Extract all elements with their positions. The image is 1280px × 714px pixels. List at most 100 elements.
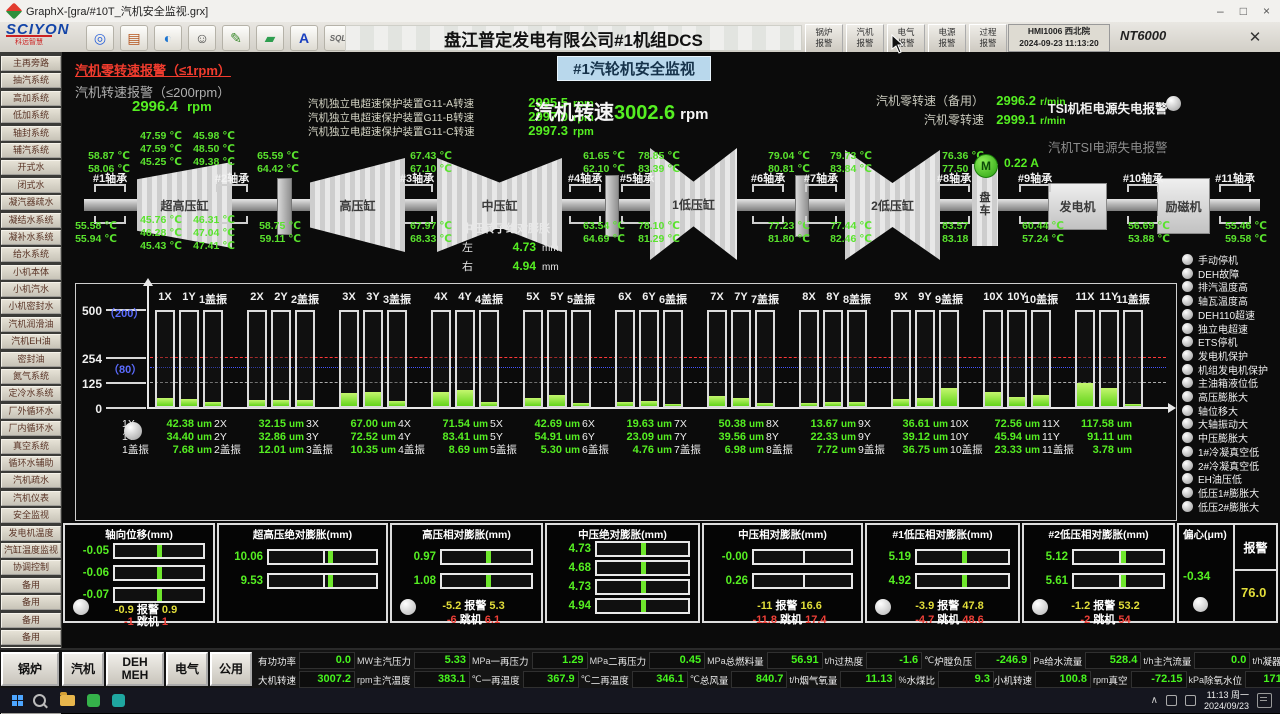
sidebar-item[interactable]: 备用: [1, 595, 61, 610]
status-value: 0.0: [299, 652, 355, 669]
window-titlebar: GraphX-[gra/#10T_汽机安全监视.grx] –□×: [0, 0, 1280, 23]
sidebar-item[interactable]: 汽机润滑油: [1, 317, 61, 332]
vibration-value-label: 7Y: [674, 431, 710, 443]
sidebar-item[interactable]: 汽机EH油: [1, 334, 61, 349]
font-icon[interactable]: A: [290, 25, 318, 51]
close-icon[interactable]: ×: [1263, 4, 1270, 18]
network-icon[interactable]: [1166, 695, 1177, 706]
alarm-button-过程[interactable]: 过程 报警: [969, 24, 1007, 54]
vibration-value-unit: um: [381, 445, 396, 457]
vibration-value-unit: um: [565, 419, 580, 431]
panel-title: 高压相对膨胀(mm): [392, 527, 541, 542]
trip-limit: 54: [1118, 614, 1130, 626]
sidebar-item[interactable]: 汽机疏水: [1, 473, 61, 488]
nav-button-锅炉[interactable]: 锅炉: [1, 652, 59, 686]
vibration-bar-fill: [665, 404, 681, 406]
toolbar-close-button[interactable]: ✕: [1242, 25, 1268, 49]
gauge-row: 0.26: [708, 573, 853, 589]
sidebar-item[interactable]: 开式水: [1, 160, 61, 175]
sidebar-item[interactable]: 定冷水系统: [1, 386, 61, 401]
sidebar-item[interactable]: 抽汽系统: [1, 73, 61, 88]
nav-button-电气[interactable]: 电气: [166, 652, 208, 686]
bearing-bracket: [621, 184, 653, 192]
sidebar-item[interactable]: 氮气系统: [1, 369, 61, 384]
trend-icon[interactable]: ◐: [154, 25, 182, 51]
sidebar-item[interactable]: 循环水辅助: [1, 456, 61, 471]
panel-title: 轴向位移(mm): [65, 527, 213, 542]
restore-icon[interactable]: □: [1240, 4, 1247, 18]
vibration-bar: [455, 310, 475, 408]
y-tick-label: 254: [70, 352, 102, 366]
sidebar-item[interactable]: 协调控制: [1, 560, 61, 575]
calculator-icon[interactable]: ▤: [120, 25, 148, 51]
local-speed-number: 2996.4: [132, 98, 178, 115]
vibration-bar-label: 10盖振: [1024, 291, 1058, 307]
trip-indicator-led: [1182, 364, 1193, 375]
vibration-bar: [571, 310, 591, 408]
sidebar-item[interactable]: 小机汽水: [1, 282, 61, 297]
sidebar-item[interactable]: 小机密封水: [1, 299, 61, 314]
vibration-value-unit: um: [749, 445, 764, 457]
sidebar-item[interactable]: 密封油: [1, 352, 61, 367]
vibration-value: 7.72: [802, 444, 838, 456]
sidebar-item[interactable]: 高加系统: [1, 91, 61, 106]
sidebar-item[interactable]: 主再旁路: [1, 56, 61, 71]
operator-icon[interactable]: ☺: [188, 25, 216, 51]
sidebar-item[interactable]: 凝结水系统: [1, 213, 61, 228]
taskbar-app-teal-icon[interactable]: [112, 694, 125, 707]
alarm-button-汽机[interactable]: 汽机 报警: [846, 24, 884, 54]
sidebar-item[interactable]: 发电机温度: [1, 526, 61, 541]
sidebar-item[interactable]: 备用: [1, 613, 61, 628]
sidebar-item[interactable]: 轴封系统: [1, 126, 61, 141]
vibration-value: 6.98: [710, 444, 746, 456]
sidebar-item[interactable]: 闭式水: [1, 178, 61, 193]
vibration-value-label: 5X: [490, 418, 526, 430]
sidebar-item[interactable]: 小机本体: [1, 265, 61, 280]
nav-button-汽机[interactable]: 汽机: [62, 652, 104, 686]
sidebar-item[interactable]: 凝汽器疏水: [1, 195, 61, 210]
sidebar-item[interactable]: 低加系统: [1, 108, 61, 123]
sidebar-item[interactable]: 厂外循环水: [1, 404, 61, 419]
volume-icon[interactable]: [1185, 695, 1196, 706]
nav-button-DEH[interactable]: DEH MEH: [106, 652, 164, 686]
edit-icon[interactable]: ✎: [222, 25, 250, 51]
alarm-button-锅炉[interactable]: 锅炉 报警: [805, 24, 843, 54]
gauge-value: -0.06: [69, 567, 109, 579]
minimize-icon[interactable]: –: [1217, 4, 1224, 18]
status-field: 给水流量528.4t/h: [1044, 652, 1153, 669]
sidebar-item[interactable]: 给水系统: [1, 247, 61, 262]
cards-icon[interactable]: ▰: [256, 25, 284, 51]
nav-button-公用[interactable]: 公用: [210, 652, 252, 686]
start-button-icon[interactable]: [12, 695, 23, 706]
taskbar-app-green-icon[interactable]: [87, 694, 100, 707]
clock[interactable]: 11:13 周一 2024/09/23: [1204, 690, 1249, 712]
status-field: 主汽流量0.0t/h: [1153, 652, 1262, 669]
link-icon[interactable]: ◎: [86, 25, 114, 51]
sidebar-item[interactable]: 真空系统: [1, 439, 61, 454]
vibration-bar-label: 10X: [983, 291, 1003, 303]
taskbar: ∧ 11:13 周一 2024/09/23: [0, 688, 1280, 713]
vibration-value-cell: 9X36.61um: [858, 418, 948, 431]
tray-expand-icon[interactable]: ∧: [1151, 695, 1158, 706]
ip-expansion-value: 4.73: [488, 240, 536, 254]
sidebar-item[interactable]: 厂内循环水: [1, 421, 61, 436]
vibration-value-unit: um: [565, 445, 580, 457]
sidebar-item[interactable]: 凝补水系统: [1, 230, 61, 245]
file-explorer-icon[interactable]: [60, 695, 75, 706]
sidebar-item[interactable]: 辅汽系统: [1, 143, 61, 158]
sidebar-item[interactable]: 安全监视: [1, 508, 61, 523]
status-field: 水煤比9.3: [906, 671, 994, 688]
sidebar-item[interactable]: 备用: [1, 578, 61, 593]
search-icon[interactable]: [33, 694, 46, 707]
vibration-bar-fill: [757, 403, 773, 406]
vibration-bar-fill: [249, 400, 265, 406]
sidebar-item[interactable]: 汽机仪表: [1, 491, 61, 506]
status-label: 除氧水位: [1204, 673, 1242, 687]
alarm-button-电源[interactable]: 电源 报警: [928, 24, 966, 54]
vibration-bar-label: 8Y: [826, 291, 839, 303]
sidebar-item[interactable]: 备用: [1, 630, 61, 645]
vibration-value-unit: um: [1025, 419, 1040, 431]
notification-icon[interactable]: [1257, 693, 1272, 708]
sidebar-item[interactable]: 汽缸温度监视: [1, 543, 61, 558]
status-label: 给水流量: [1044, 654, 1082, 668]
